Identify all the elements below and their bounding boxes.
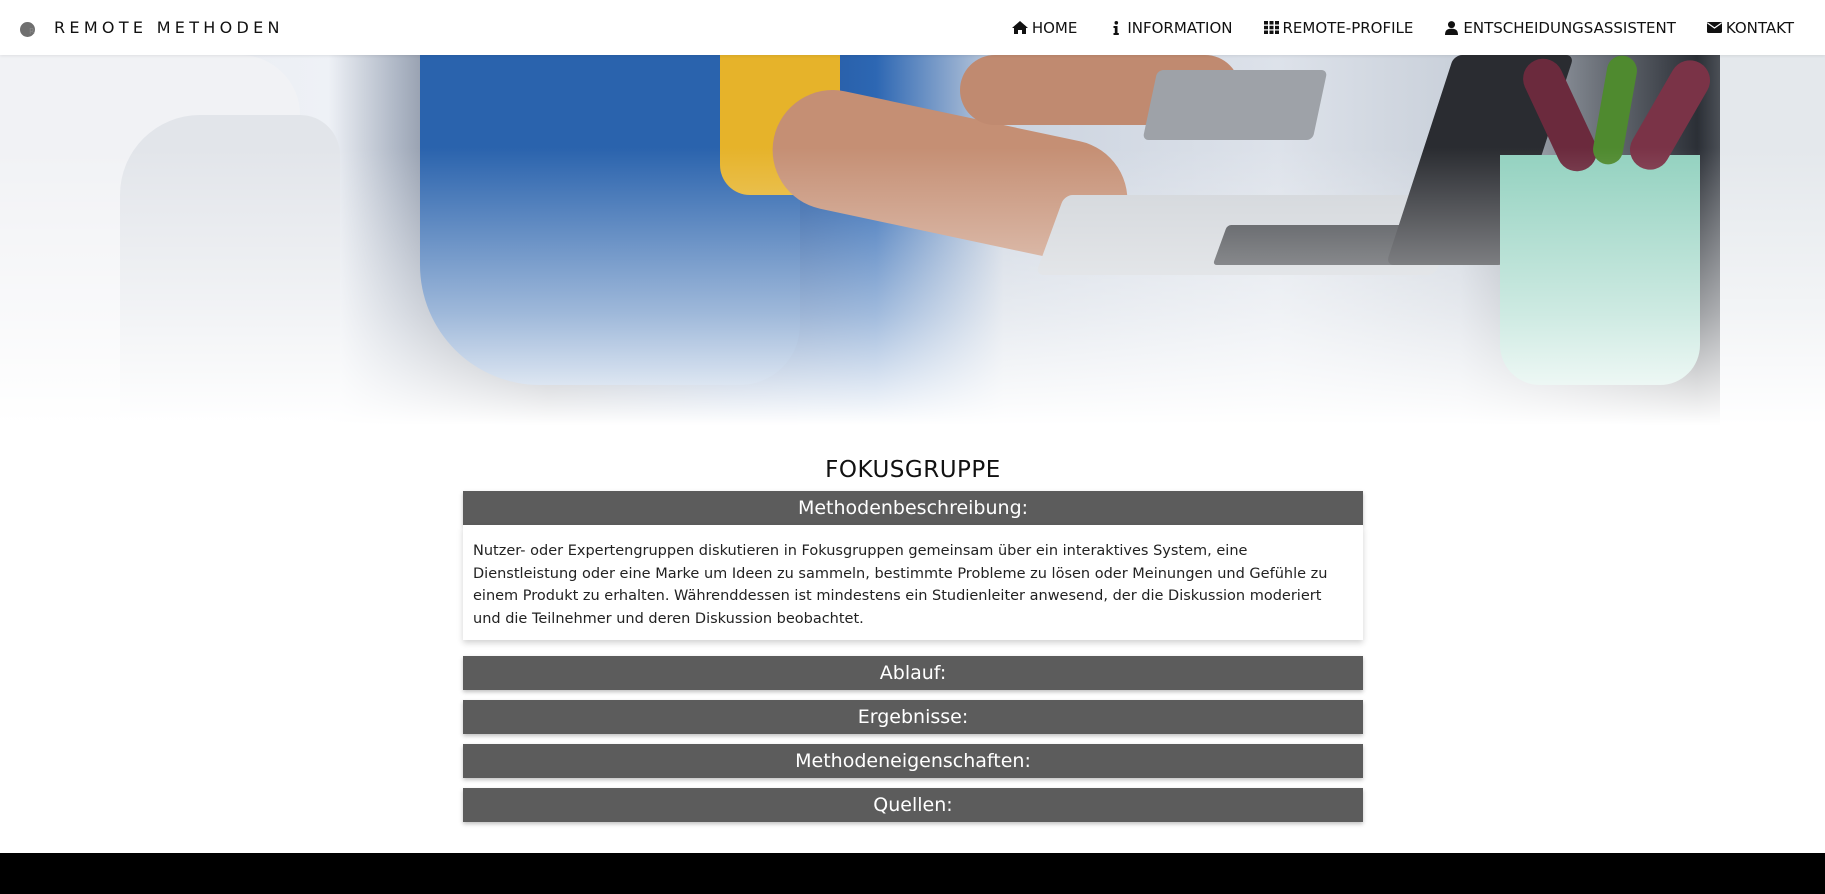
accordion-header-ablauf[interactable]: Ablauf:	[463, 656, 1363, 690]
grid-icon	[1263, 21, 1280, 35]
top-navigation-bar: R REMOTE METHODEN HOME INFORMATION REMOT…	[0, 0, 1825, 55]
accordion-header-methodeneigenschaften[interactable]: Methodeneigenschaften:	[463, 744, 1363, 778]
accordion-header-ergebnisse[interactable]: Ergebnisse:	[463, 700, 1363, 734]
nav-item-label: KONTAKT	[1725, 18, 1794, 37]
nav-item-information[interactable]: INFORMATION	[1092, 0, 1247, 55]
envelope-icon	[1706, 21, 1723, 35]
nav-item-label: ENTSCHEIDUNGSASSISTENT	[1463, 18, 1676, 37]
home-icon	[1012, 21, 1029, 35]
nav-item-entscheidungsassistent[interactable]: ENTSCHEIDUNGSASSISTENT	[1428, 0, 1690, 55]
nav-item-label: HOME	[1031, 18, 1078, 37]
brand-title: REMOTE METHODEN	[54, 18, 284, 37]
user-icon	[1443, 20, 1460, 35]
info-icon	[1107, 20, 1124, 35]
nav-item-label: INFORMATION	[1127, 18, 1233, 37]
accordion-header-quellen[interactable]: Quellen:	[463, 788, 1363, 822]
nav-item-kontakt[interactable]: KONTAKT	[1691, 0, 1809, 55]
brand-link[interactable]: R REMOTE METHODEN	[0, 18, 284, 37]
accordion-body-methodenbeschreibung: Nutzer- oder Expertengruppen diskutieren…	[463, 525, 1363, 640]
method-content: FOKUSGRUPPE Methodenbeschreibung: Nutzer…	[463, 450, 1363, 822]
accordion-header-methodenbeschreibung[interactable]: Methodenbeschreibung:	[463, 491, 1363, 525]
hero-image	[0, 55, 1825, 425]
nav-item-label: REMOTE-PROFILE	[1282, 18, 1414, 37]
nav-item-remote-profile[interactable]: REMOTE-PROFILE	[1248, 0, 1429, 55]
page-title: FOKUSGRUPPE	[825, 457, 1001, 483]
page-footer	[0, 853, 1825, 894]
accordion: Methodenbeschreibung: Nutzer- oder Exper…	[463, 491, 1363, 822]
nav-item-home[interactable]: HOME	[997, 0, 1093, 55]
remote-logo-icon: R	[20, 19, 42, 37]
main-nav: HOME INFORMATION REMOTE-PROFILE ENTSCHEI…	[997, 0, 1825, 55]
